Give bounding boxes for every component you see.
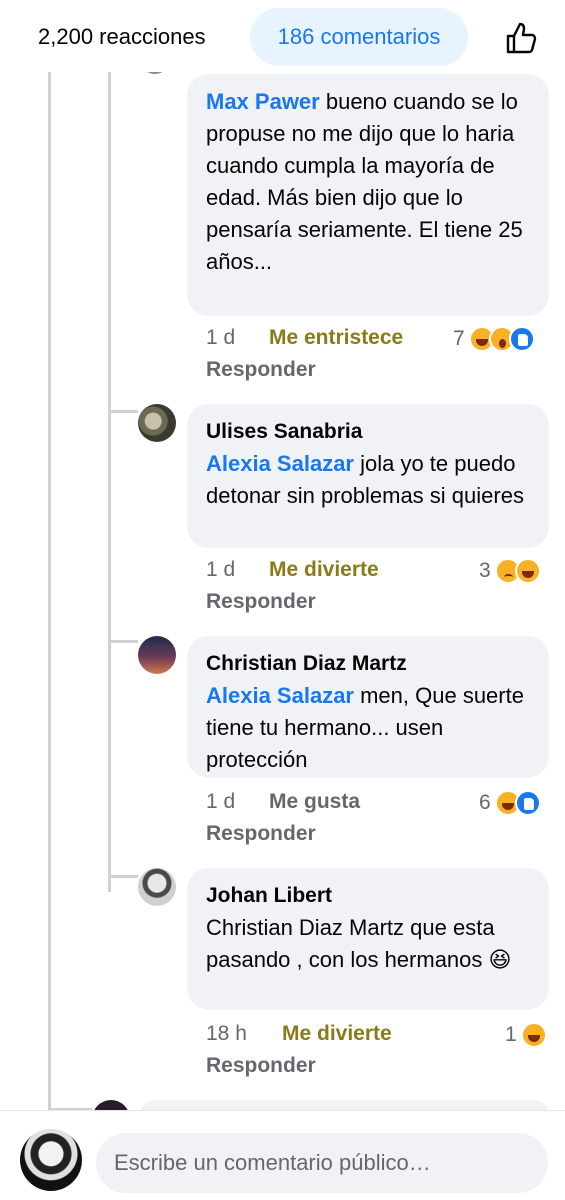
reactions-header: 2,200 reacciones 186 comentarios (0, 0, 565, 72)
comments-count-label: 186 comentarios (277, 24, 441, 49)
comments-count-button[interactable]: 186 comentarios (250, 8, 468, 66)
haha-reaction-icon (514, 558, 541, 584)
reply-button[interactable]: Responder (206, 822, 316, 846)
comment-time[interactable]: 1 d (206, 790, 235, 814)
comment-input[interactable]: Escribe un comentario público… (96, 1133, 548, 1193)
comment-author[interactable]: Christian Diaz Martz (206, 648, 531, 680)
comment-time[interactable]: 18 h (206, 1022, 247, 1046)
reaction-summary[interactable]: 6 (479, 790, 541, 816)
reaction-summary[interactable]: 1 (505, 1022, 547, 1048)
comment-text: Alexia Salazar men, Que suerte tiene tu … (206, 683, 524, 772)
reactions-count[interactable]: 2,200 reacciones (38, 24, 206, 50)
reaction-button[interactable]: Me divierte (282, 1022, 392, 1046)
reaction-count: 3 (479, 559, 491, 582)
comment-text: Christian Diaz Martz que esta pasando , … (206, 915, 512, 972)
comment-input-placeholder: Escribe un comentario público… (114, 1150, 431, 1175)
reaction-count: 1 (505, 1023, 517, 1046)
like-reaction-icon (508, 326, 535, 352)
comment-author[interactable]: Ulises Sanabria (206, 416, 531, 448)
thumbs-up-icon[interactable] (500, 18, 540, 58)
comment-time[interactable]: 1 d (206, 558, 235, 582)
reaction-count: 6 (479, 791, 491, 814)
comment-text: Max Pawer bueno cuando se lo propuse no … (206, 89, 523, 274)
mention-link[interactable]: Max Pawer (206, 89, 320, 114)
comment-meta: 18 h Me divierte Responder (206, 1022, 546, 1086)
comment-bubble: Christian Diaz Martz Alexia Salazar men,… (187, 636, 549, 778)
reaction-button[interactable]: Me entristece (269, 326, 403, 350)
mention-link[interactable]: Alexia Salazar (206, 683, 354, 708)
comment-author[interactable]: Johan Libert (206, 880, 531, 912)
reaction-button[interactable]: Me gusta (269, 790, 360, 814)
thread-branch (108, 640, 138, 643)
thread-line-outer (48, 72, 51, 1112)
reply-button[interactable]: Responder (206, 358, 316, 382)
avatar[interactable] (138, 868, 176, 906)
reply-button[interactable]: Responder (206, 1054, 316, 1078)
comment-bubble: Max Pawer bueno cuando se lo propuse no … (187, 74, 549, 316)
reaction-summary[interactable]: 7 (453, 326, 535, 352)
mention-link[interactable]: Alexia Salazar (206, 451, 354, 476)
comment-time[interactable]: 1 d (206, 326, 235, 350)
comment-bubble: Ulises Sanabria Alexia Salazar jola yo t… (187, 404, 549, 548)
thread-branch (108, 875, 138, 878)
avatar[interactable] (138, 404, 176, 442)
current-user-avatar[interactable] (20, 1129, 82, 1191)
thread-line-inner (108, 72, 111, 892)
thread-branch (108, 410, 138, 413)
comment-text: Alexia Salazar jola yo te puedo detonar … (206, 451, 524, 508)
like-reaction-icon (514, 790, 541, 816)
haha-reaction-icon (520, 1022, 547, 1048)
avatar[interactable] (138, 636, 176, 674)
comment-bubble: Johan Libert Christian Diaz Martz que es… (187, 868, 549, 1010)
comment-composer: Escribe un comentario público… (0, 1110, 565, 1200)
reaction-count: 7 (453, 327, 465, 350)
reaction-button[interactable]: Me divierte (269, 558, 379, 582)
reaction-summary[interactable]: 3 (479, 558, 541, 584)
reply-button[interactable]: Responder (206, 590, 316, 614)
